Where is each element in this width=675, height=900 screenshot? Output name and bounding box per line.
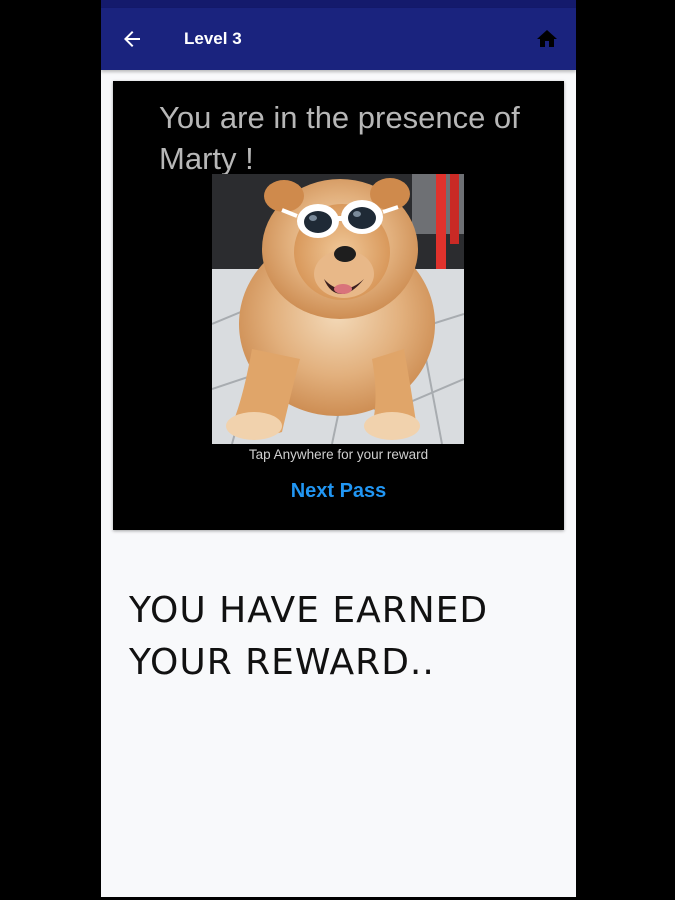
back-button[interactable] <box>119 26 145 52</box>
home-button[interactable] <box>534 26 560 52</box>
dog-photo <box>212 174 464 444</box>
app-bar: Level 3 <box>101 8 576 70</box>
presence-message: You are in the presence of Marty ! <box>159 100 520 176</box>
reward-card[interactable]: You are in the presence of Marty ! Tap A… <box>113 81 564 530</box>
next-pass-button[interactable]: Next Pass <box>113 478 564 504</box>
page-title: Level 3 <box>184 29 242 48</box>
tap-hint: Tap Anywhere for your reward <box>248 447 429 462</box>
status-bar <box>101 0 576 8</box>
reward-message: YOU HAVE EARNED YOUR REWARD.. <box>129 590 489 683</box>
arrow-back-icon <box>124 31 140 47</box>
app-screen: Level 3 You are in the presence of Marty… <box>101 0 576 897</box>
home-icon <box>537 30 557 47</box>
